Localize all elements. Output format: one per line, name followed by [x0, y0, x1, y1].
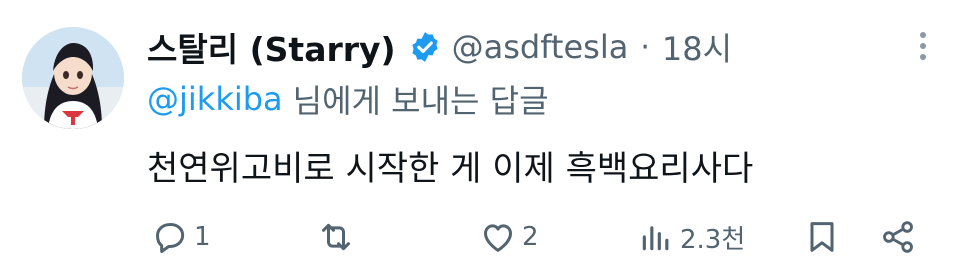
tweet-card[interactable]: 스탈리 (Starry) @asdftesla · 18시 @jikkiba 님…	[0, 0, 966, 271]
reply-button[interactable]: 1	[150, 210, 211, 264]
views-button[interactable]: 2.3천	[636, 210, 745, 264]
reply-suffix: 님에게 보내는 답글	[292, 82, 549, 120]
more-vertical-icon[interactable]	[918, 32, 928, 62]
retweet-button[interactable]	[316, 210, 360, 264]
heart-icon	[484, 224, 512, 252]
verified-badge-icon	[408, 30, 442, 64]
reply-icon	[156, 223, 185, 253]
tweet-text: 천연위고비로 시작한 게 이제 흑백요리사다	[147, 148, 754, 189]
like-count: 2	[522, 222, 539, 252]
bookmark-icon	[810, 222, 834, 252]
bookmark-button[interactable]	[802, 210, 842, 264]
separator-dot: ·	[640, 29, 650, 65]
reply-mention[interactable]: @jikkiba	[147, 80, 283, 118]
like-button[interactable]: 2	[478, 210, 539, 264]
view-count: 2.3천	[680, 224, 746, 255]
user-handle[interactable]: @asdftesla	[452, 28, 629, 66]
share-button[interactable]	[878, 210, 918, 264]
tweet-header: 스탈리 (Starry) @asdftesla · 18시	[147, 22, 732, 72]
avatar[interactable]	[22, 27, 124, 129]
share-icon	[883, 221, 913, 253]
reply-context: @jikkiba 님에게 보내는 답글	[147, 75, 549, 123]
retweet-icon	[322, 223, 350, 251]
reply-count: 1	[194, 222, 211, 252]
tweet-time[interactable]: 18시	[662, 24, 732, 70]
display-name[interactable]: 스탈리 (Starry)	[147, 23, 396, 71]
views-chart-icon	[642, 226, 669, 251]
action-bar: 1 2 2.3천	[0, 210, 966, 264]
avatar-image	[22, 27, 124, 129]
